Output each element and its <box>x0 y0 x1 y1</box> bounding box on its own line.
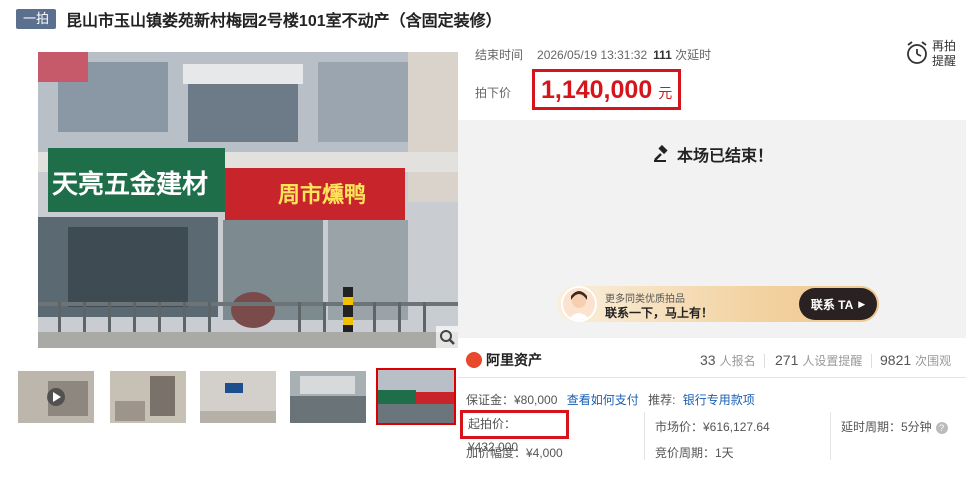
market-price-text: 市场价：¥616,127.64 <box>655 420 770 434</box>
start-price-box: 起拍价：¥432,000 <box>460 410 569 454</box>
reminder-label: 人设置提醒 <box>802 354 863 368</box>
remind-label: 再拍提醒 <box>932 39 957 68</box>
stats-row: 阿里资产 33 人报名 271 人设置提醒 9821 次围观 <box>458 348 966 378</box>
shop-sign-right: 周市燻鸭 <box>278 182 366 208</box>
contact-big-text: 联系一下，马上有！ <box>605 306 714 320</box>
stat-divider <box>764 354 765 368</box>
view-count: 9821 <box>880 352 912 368</box>
bank-funds-link[interactable]: 银行专用款项 <box>683 393 755 407</box>
signup-label: 人报名 <box>719 354 756 368</box>
deposit-text: 保证金：¥80,000 <box>466 393 558 407</box>
final-price-label: 拍下价 <box>475 86 512 100</box>
contact-ta-button[interactable]: 联系 TA ▶ <box>799 288 877 320</box>
signup-stat: 33 人报名 <box>700 352 756 369</box>
delay-period-row: 延时周期：5分钟? <box>841 418 948 435</box>
final-price-box: 1,140,000 元 <box>532 69 681 110</box>
thumbnail-4[interactable] <box>290 371 366 423</box>
contact-banner[interactable]: 更多同类优质拍品 联系一下，马上有！ 联系 TA ▶ <box>557 286 879 322</box>
thumbnail-5-selected[interactable] <box>376 368 456 425</box>
contact-small-text: 更多同类优质拍品 <box>605 294 685 305</box>
thumbnail-1[interactable] <box>18 371 94 423</box>
thumbnail-3[interactable] <box>200 371 276 423</box>
recommend-label: 推荐: <box>648 393 676 407</box>
auction-status-panel: 本场已结束！ 更多同类优质拍品 联系一下，马上有！ 联系 TA ▶ <box>458 120 966 338</box>
view-label: 次围观 <box>915 354 952 368</box>
platform-name: 阿里资产 <box>486 352 542 368</box>
final-price-value: 1,140,000 <box>541 76 653 104</box>
thumbnail-2[interactable] <box>110 371 186 423</box>
end-time-value: 2026/05/19 13:31:32 <box>537 48 648 62</box>
help-icon[interactable]: ? <box>935 422 948 434</box>
page-title: 昆山市玉山镇娄苑新村梅园2号楼101室不动产（含固定装修） <box>66 13 502 30</box>
ali-logo-icon <box>466 352 482 368</box>
zoom-icon[interactable] <box>436 326 458 348</box>
shop-sign-left: 天亮五金建材 <box>52 169 208 200</box>
column-divider <box>830 412 831 460</box>
end-time-label: 结束时间 <box>475 48 524 62</box>
final-price-unit: 元 <box>658 85 673 101</box>
thumbnail-strip <box>16 368 456 426</box>
agent-avatar <box>561 286 597 322</box>
delay-period-text: 延时周期：5分钟 <box>841 420 932 434</box>
reminder-count: 271 <box>775 352 799 368</box>
delay-count: 111 <box>653 48 672 62</box>
alarm-clock-icon <box>907 41 927 64</box>
delay-label: 次延时 <box>675 48 712 62</box>
how-to-pay-link[interactable]: 查看如何支付 <box>567 393 639 407</box>
gavel-icon <box>654 145 668 162</box>
ali-assets-logo: 阿里资产 <box>466 350 542 370</box>
deposit-row: 保证金：¥80,000 查看如何支付 推荐: 银行专用款项 <box>466 391 755 408</box>
end-time-row: 结束时间 2026/05/19 13:31:32 111 次延时 <box>475 46 711 63</box>
increment-text: 加价幅度：¥4,000 <box>466 446 563 460</box>
signup-count: 33 <box>700 352 716 368</box>
remind-button[interactable]: 再拍提醒 <box>903 38 963 68</box>
auction-ended-notice: 本场已结束！ <box>653 142 773 166</box>
auction-ended-text: 本场已结束！ <box>677 148 774 165</box>
column-divider <box>644 412 645 460</box>
contact-ta-label: 联系 TA <box>810 297 854 312</box>
main-photo[interactable]: 天亮五金建材 周市燻鸭 <box>38 52 458 348</box>
bid-cycle-text: 竞价周期：1天 <box>655 446 734 460</box>
view-stat: 9821 次围观 <box>880 352 951 369</box>
title-row: 一拍 昆山市玉山镇娄苑新村梅园2号楼101室不动产（含固定装修） <box>16 8 502 30</box>
play-arrow-icon: ▶ <box>858 298 866 309</box>
reminder-stat: 271 人设置提醒 <box>775 352 862 369</box>
auction-type-badge: 一拍 <box>16 9 57 29</box>
stat-divider <box>871 354 872 368</box>
